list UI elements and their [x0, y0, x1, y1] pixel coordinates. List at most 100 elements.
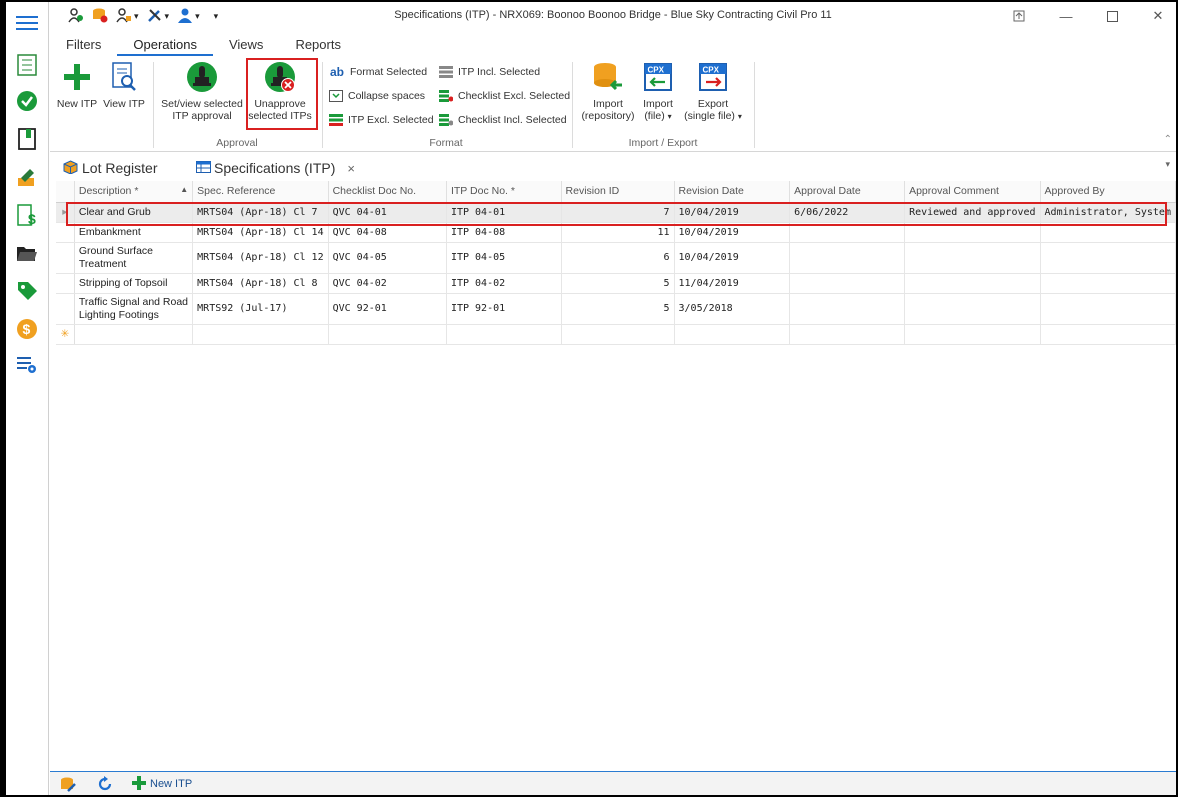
checklist-icon[interactable] — [14, 52, 40, 78]
settings-list-icon[interactable] — [14, 352, 40, 378]
pin-icon[interactable] — [1007, 6, 1031, 26]
new-row-cell[interactable] — [1040, 324, 1177, 345]
cell-revision-date[interactable]: 11/04/2019 — [674, 273, 791, 294]
new-row-cell[interactable] — [674, 324, 791, 345]
cell-revision-id[interactable]: 6 — [561, 242, 675, 274]
import-file-button[interactable]: CPX Import (file) ▾ — [638, 60, 678, 123]
import-repository-button[interactable]: Import (repository) — [578, 60, 638, 122]
cell-approval-date[interactable] — [789, 273, 906, 294]
tab-specifications-itp[interactable]: Specifications (ITP) × — [196, 158, 355, 178]
sort-ascending-icon: ▲ — [180, 185, 189, 195]
cell-spec-reference[interactable]: MRTS04 (Apr-18) Cl 8 — [192, 273, 329, 294]
cell-checklist-doc[interactable]: QVC 04-02 — [328, 273, 447, 294]
column-header[interactable]: Approval Comment — [904, 181, 1041, 203]
cpx-export-icon: CPX — [697, 60, 729, 94]
check-circle-icon[interactable] — [14, 88, 40, 114]
tab-lot-register[interactable]: Lot Register — [63, 158, 157, 178]
collapse-spaces-button[interactable]: Collapse spaces — [328, 87, 425, 105]
new-row-cell[interactable] — [789, 324, 906, 345]
new-row-cell[interactable] — [74, 324, 194, 345]
new-row[interactable]: ✳ — [56, 324, 1177, 345]
column-header[interactable]: Description * ▲ — [74, 181, 194, 203]
set-view-approval-button[interactable]: Set/view selected ITP approval — [158, 60, 246, 122]
cell-approval-date[interactable] — [789, 242, 906, 274]
refresh-icon[interactable] — [97, 775, 113, 793]
itp-excl-selected-button[interactable]: ITP Excl. Selected — [328, 111, 434, 129]
cell-description[interactable]: Traffic Signal and Road Lighting Footing… — [74, 293, 194, 325]
format-selected-button[interactable]: ab Format Selected — [328, 63, 427, 81]
new-row-cell[interactable] — [904, 324, 1041, 345]
cell-checklist-doc[interactable]: QVC 92-01 — [328, 293, 447, 325]
cell-approval-comment[interactable] — [904, 293, 1041, 325]
table-row[interactable]: Ground Surface Treatment MRTS04 (Apr-18)… — [56, 242, 1177, 274]
column-header[interactable]: Checklist Doc No. — [328, 181, 447, 203]
checklist-excl-selected-label: Checklist Excl. Selected — [458, 90, 571, 102]
tab-views[interactable]: Views — [213, 34, 279, 56]
new-row-cell[interactable] — [446, 324, 562, 345]
cell-approval-comment[interactable] — [904, 273, 1041, 294]
cell-description[interactable]: Ground Surface Treatment — [74, 242, 194, 274]
cell-description[interactable]: Stripping of Topsoil — [74, 273, 194, 294]
checklist-incl-selected-button[interactable]: Checklist Incl. Selected — [438, 111, 567, 129]
column-header[interactable]: Revision ID — [561, 181, 675, 203]
cell-revision-date[interactable]: 3/05/2018 — [674, 293, 791, 325]
itp-excl-selected-label: ITP Excl. Selected — [348, 114, 434, 126]
table-row[interactable]: Traffic Signal and Road Lighting Footing… — [56, 293, 1177, 325]
column-header[interactable]: Revision Date — [674, 181, 791, 203]
new-row-cell[interactable] — [561, 324, 675, 345]
export-label-1: Export — [697, 98, 729, 110]
itp-incl-selected-button[interactable]: ITP Incl. Selected — [438, 63, 540, 81]
cell-revision-id[interactable]: 5 — [561, 293, 675, 325]
maximize-button[interactable] — [1100, 6, 1124, 26]
collapse-icon — [328, 89, 344, 103]
tab-filters[interactable]: Filters — [50, 34, 117, 56]
cell-approved-by[interactable] — [1040, 273, 1177, 294]
export-label-2: (single file) ▾ — [684, 110, 742, 122]
column-header[interactable]: ITP Doc No. * — [446, 181, 562, 203]
bookmark-book-icon[interactable] — [14, 126, 40, 152]
database-edit-icon[interactable] — [60, 775, 76, 793]
svg-text:CPX: CPX — [648, 66, 665, 75]
cell-spec-reference[interactable]: MRTS04 (Apr-18) Cl 12 — [192, 242, 329, 274]
cell-revision-date[interactable]: 10/04/2019 — [674, 242, 791, 274]
column-header[interactable]: Approval Date — [789, 181, 906, 203]
new-itp-status-button[interactable]: New ITP — [132, 775, 192, 793]
folder-open-icon[interactable] — [14, 240, 40, 266]
tab-reports[interactable]: Reports — [279, 34, 357, 56]
import-file-label-1: Import — [643, 98, 673, 110]
close-tab-icon[interactable]: × — [347, 161, 355, 176]
tab-list-dropdown-icon[interactable]: ▾ — [1165, 159, 1170, 170]
new-row-cell[interactable] — [192, 324, 329, 345]
dollar-coin-icon[interactable]: $ — [14, 316, 40, 342]
checklist-excl-selected-button[interactable]: Checklist Excl. Selected — [438, 87, 570, 105]
cell-itp-doc[interactable]: ITP 92-01 — [446, 293, 562, 325]
view-itp-button[interactable]: View ITP — [100, 60, 148, 110]
cell-approval-date[interactable] — [789, 293, 906, 325]
cell-approved-by[interactable] — [1040, 293, 1177, 325]
cell-checklist-doc[interactable]: QVC 04-05 — [328, 242, 447, 274]
group-separator — [322, 62, 323, 148]
export-single-file-button[interactable]: CPX Export (single file) ▾ — [680, 60, 746, 123]
cell-spec-reference[interactable]: MRTS92 (Jul-17) — [192, 293, 329, 325]
cell-itp-doc[interactable]: ITP 04-05 — [446, 242, 562, 274]
cell-approval-comment[interactable] — [904, 242, 1041, 274]
svg-text:CPX: CPX — [703, 66, 720, 75]
cell-revision-id[interactable]: 5 — [561, 273, 675, 294]
close-button[interactable]: ✕ — [1146, 6, 1170, 26]
column-header[interactable]: Approved By — [1040, 181, 1177, 203]
column-header[interactable]: Spec. Reference — [192, 181, 329, 203]
invoice-dollar-icon[interactable]: $ — [14, 202, 40, 228]
new-itp-button[interactable]: New ITP — [54, 60, 100, 110]
cell-approved-by[interactable] — [1040, 242, 1177, 274]
tab-operations[interactable]: Operations — [117, 34, 213, 56]
database-import-icon — [592, 60, 624, 94]
collapse-ribbon-icon[interactable]: ⌃ — [1164, 134, 1172, 145]
new-row-cell[interactable] — [328, 324, 447, 345]
table-row[interactable]: Stripping of Topsoil MRTS04 (Apr-18) Cl … — [56, 273, 1177, 294]
tag-icon[interactable] — [14, 278, 40, 304]
minimize-button[interactable]: — — [1054, 6, 1078, 26]
cell-itp-doc[interactable]: ITP 04-02 — [446, 273, 562, 294]
pencil-icon[interactable] — [14, 164, 40, 190]
cpx-import-icon: CPX — [642, 60, 674, 94]
menu-icon[interactable] — [14, 10, 40, 36]
